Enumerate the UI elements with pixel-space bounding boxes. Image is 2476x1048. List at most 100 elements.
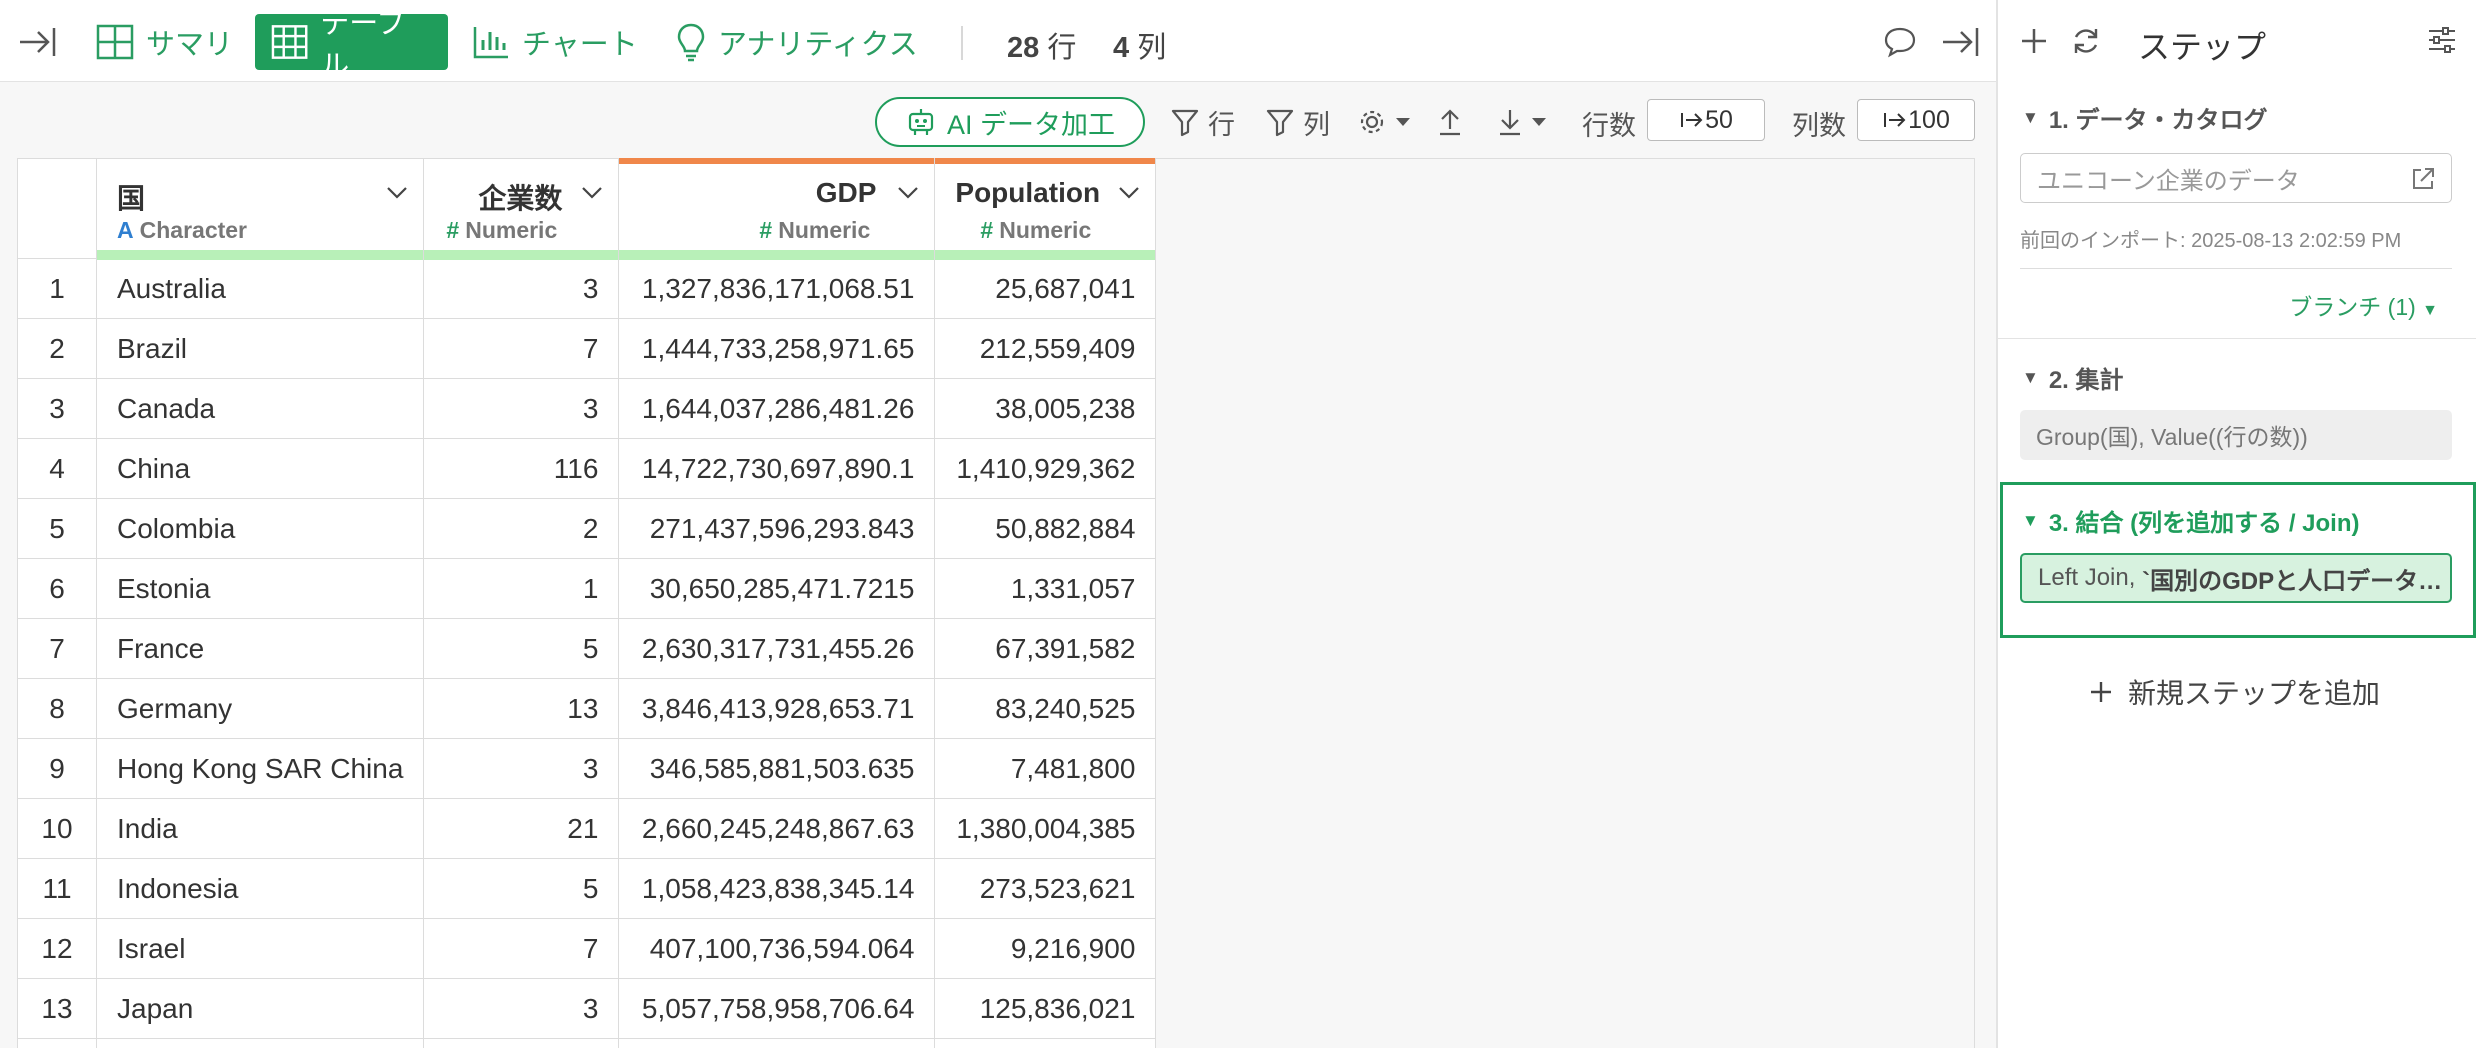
cell-gdp[interactable]: 1,327,836,171,068.51 — [618, 258, 936, 319]
cell-population[interactable]: 212,559,409 — [934, 318, 1157, 379]
cell-companies[interactable]: 7 — [423, 918, 620, 979]
columns-limit-input[interactable]: 100 — [1857, 99, 1975, 141]
cell-companies[interactable]: 3 — [423, 258, 620, 319]
column-header-country[interactable]: 国 A Character — [95, 158, 425, 260]
cell-country[interactable]: Germany — [95, 678, 425, 739]
row-number[interactable]: 3 — [17, 378, 97, 439]
cell-companies[interactable]: 21 — [423, 798, 620, 859]
column-filter-button[interactable]: 列 — [1265, 102, 1330, 142]
cell-companies[interactable]: 2 — [423, 498, 620, 559]
cell-companies[interactable] — [423, 1038, 620, 1048]
column-header-gdp[interactable]: GDP # Numeric — [618, 158, 936, 260]
cell-companies[interactable]: 3 — [423, 378, 620, 439]
cell-country[interactable]: Indonesia — [95, 858, 425, 919]
row-number[interactable]: 2 — [17, 318, 97, 379]
comment-icon[interactable] — [1882, 24, 1918, 60]
ai-data-wrangling-button[interactable]: AI データ加工 — [875, 97, 1145, 147]
cell-population[interactable]: 38,005,238 — [934, 378, 1157, 439]
cell-country[interactable]: Estonia — [95, 558, 425, 619]
cell-country[interactable]: Brazil — [95, 318, 425, 379]
data-catalog-field[interactable]: ユニコーン企業のデータ — [2020, 153, 2452, 203]
cell-population[interactable]: 273,523,621 — [934, 858, 1157, 919]
download-dropdown[interactable] — [1497, 102, 1547, 142]
add-step-button[interactable]: 新規ステップを追加 — [2088, 672, 2380, 712]
cell-gdp[interactable]: 271,437,596,293.843 — [618, 498, 936, 559]
cell-gdp[interactable]: 3,846,413,928,653.71 — [618, 678, 936, 739]
cell-companies[interactable]: 1 — [423, 558, 620, 619]
cell-gdp[interactable]: 5,057,758,958,706.64 — [618, 978, 936, 1039]
tab-chart[interactable]: チャート — [456, 14, 654, 70]
cell-country[interactable]: India — [95, 798, 425, 859]
row-number[interactable]: 8 — [17, 678, 97, 739]
cell-country[interactable]: Colombia — [95, 498, 425, 559]
step-2-title[interactable]: ▼ 2. 集計 — [2022, 360, 2124, 395]
plus-icon[interactable] — [2018, 25, 2050, 57]
cell-country[interactable]: China — [95, 438, 425, 499]
refresh-icon[interactable] — [2070, 25, 2102, 57]
row-number[interactable]: 5 — [17, 498, 97, 559]
cell-gdp[interactable]: 407,100,736,594.064 — [618, 918, 936, 979]
cell-population[interactable]: 1,331,057 — [934, 558, 1157, 619]
cell-population[interactable]: 9,216,900 — [934, 918, 1157, 979]
cell-population[interactable]: 1,410,929,362 — [934, 438, 1157, 499]
chevron-down-icon[interactable] — [580, 185, 604, 201]
cell-gdp[interactable] — [618, 1038, 936, 1048]
step-3-summary[interactable]: Left Join, `国別のGDPと人口データ… — [2020, 553, 2452, 603]
tab-analytics[interactable]: アナリティクス — [660, 14, 934, 70]
cell-companies[interactable]: 5 — [423, 618, 620, 679]
cell-gdp[interactable]: 1,058,423,838,345.14 — [618, 858, 936, 919]
cell-population[interactable]: 1,380,004,385 — [934, 798, 1157, 859]
cell-country[interactable]: France — [95, 618, 425, 679]
cell-population[interactable]: 67,391,582 — [934, 618, 1157, 679]
cell-companies[interactable]: 13 — [423, 678, 620, 739]
cell-gdp[interactable]: 346,585,881,503.635 — [618, 738, 936, 799]
chevron-down-icon[interactable] — [385, 185, 409, 201]
row-number[interactable]: 4 — [17, 438, 97, 499]
step-1-title[interactable]: ▼ 1. データ・カタログ — [2022, 100, 2268, 135]
row-number[interactable]: 6 — [17, 558, 97, 619]
cell-population[interactable]: 50,882,884 — [934, 498, 1157, 559]
external-link-icon[interactable] — [2409, 165, 2437, 193]
column-header-population[interactable]: Population # Numeric — [934, 158, 1157, 260]
row-number[interactable]: 7 — [17, 618, 97, 679]
cell-population[interactable]: 83,240,525 — [934, 678, 1157, 739]
export-button[interactable] — [1437, 102, 1463, 142]
cell-gdp[interactable]: 1,644,037,286,481.26 — [618, 378, 936, 439]
row-number[interactable]: 13 — [17, 978, 97, 1039]
cell-country[interactable]: Israel — [95, 918, 425, 979]
cell-companies[interactable]: 5 — [423, 858, 620, 919]
cell-gdp[interactable]: 2,660,245,248,867.63 — [618, 798, 936, 859]
row-number[interactable]: 11 — [17, 858, 97, 919]
chevron-down-icon[interactable] — [896, 185, 920, 201]
cell-gdp[interactable]: 1,444,733,258,971.65 — [618, 318, 936, 379]
cell-population[interactable]: 25,687,041 — [934, 258, 1157, 319]
rows-limit-input[interactable]: 50 — [1647, 99, 1765, 141]
step-2-summary[interactable]: Group(国), Value((行の数)) — [2020, 410, 2452, 460]
row-number[interactable]: 9 — [17, 738, 97, 799]
collapse-panel-icon[interactable] — [1937, 20, 1981, 64]
cell-country[interactable] — [95, 1038, 425, 1048]
cell-gdp[interactable]: 14,722,730,697,890.1 — [618, 438, 936, 499]
tab-table[interactable]: テーブル — [255, 8, 448, 82]
cell-companies[interactable]: 3 — [423, 738, 620, 799]
cell-country[interactable]: Australia — [95, 258, 425, 319]
row-number[interactable]: 1 — [17, 258, 97, 319]
cell-gdp[interactable]: 30,650,285,471.7215 — [618, 558, 936, 619]
cell-companies[interactable]: 7 — [423, 318, 620, 379]
cell-country[interactable]: Canada — [95, 378, 425, 439]
cell-gdp[interactable]: 2,630,317,731,455.26 — [618, 618, 936, 679]
row-number[interactable]: 12 — [17, 918, 97, 979]
settings-dropdown[interactable] — [1357, 102, 1411, 142]
cell-companies[interactable]: 3 — [423, 978, 620, 1039]
sliders-icon[interactable] — [2426, 24, 2458, 56]
expand-sidebar-icon[interactable] — [14, 20, 58, 64]
row-filter-button[interactable]: 行 — [1170, 102, 1235, 142]
cell-population[interactable] — [934, 1038, 1157, 1048]
chevron-down-icon[interactable] — [1117, 185, 1141, 201]
step-3-title[interactable]: ▼ 3. 結合 (列を追加する / Join) — [2022, 503, 2360, 538]
branch-dropdown[interactable]: ブランチ (1) ▼ — [2289, 288, 2438, 322]
cell-population[interactable]: 125,836,021 — [934, 978, 1157, 1039]
row-number[interactable]: 14 — [17, 1038, 97, 1048]
row-number[interactable]: 10 — [17, 798, 97, 859]
cell-population[interactable]: 7,481,800 — [934, 738, 1157, 799]
